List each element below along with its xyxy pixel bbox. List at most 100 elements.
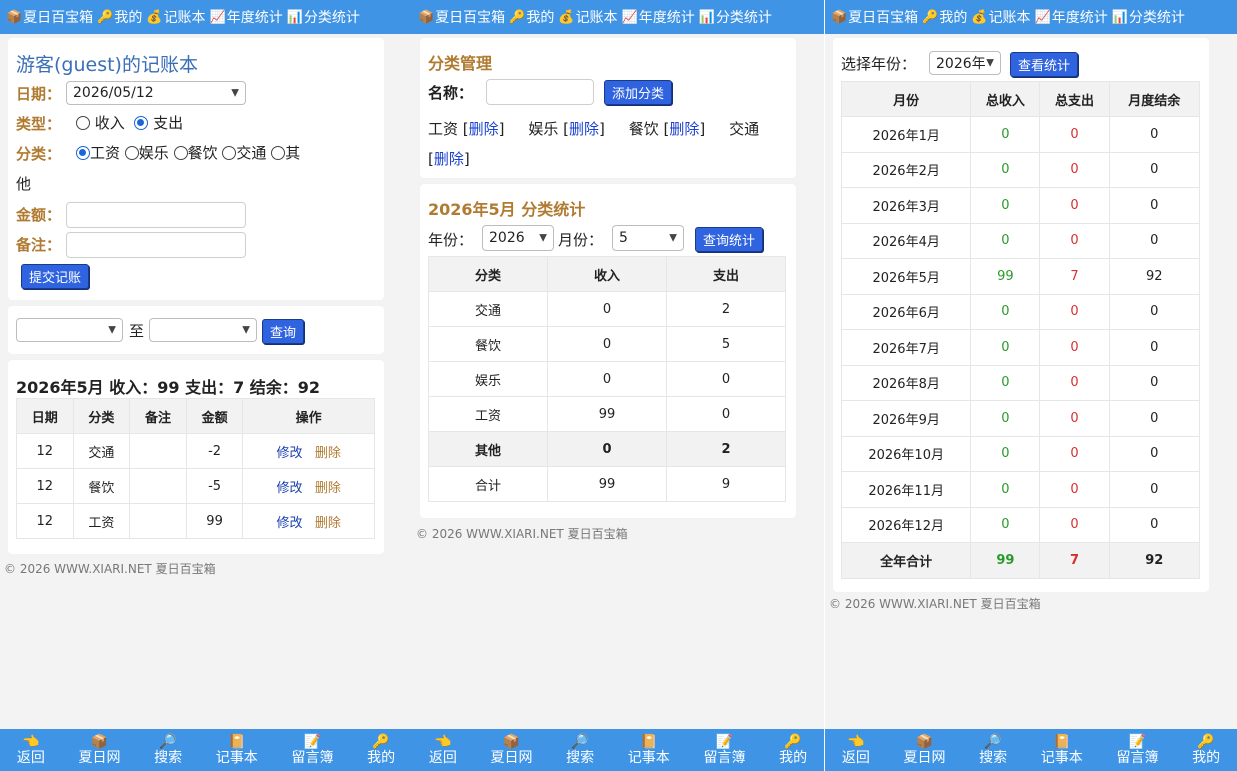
bottom-back[interactable]: 👈 返回 bbox=[429, 734, 457, 766]
cell-balance: 0 bbox=[1108, 222, 1201, 259]
bottom-notebook[interactable]: 📔 记事本 bbox=[1041, 734, 1083, 766]
radio-expense[interactable] bbox=[134, 116, 149, 130]
annual-year-select[interactable]: 2026年 ▼ bbox=[929, 51, 1001, 75]
radio-cat-salary[interactable] bbox=[76, 146, 90, 160]
cell-month: 2026年1月 bbox=[840, 116, 972, 153]
radio-cat-food[interactable] bbox=[173, 146, 188, 160]
edit-link[interactable]: 修改 bbox=[276, 516, 302, 531]
nav-annual[interactable]: 📈 年度统计 bbox=[1035, 7, 1108, 27]
bottom-search[interactable]: 🔎 搜索 bbox=[979, 734, 1007, 766]
bottom-search[interactable]: 🔎 搜索 bbox=[154, 734, 182, 766]
delete-link[interactable]: 删除 bbox=[315, 516, 341, 531]
bottom-label: 我的 bbox=[367, 750, 396, 766]
bottom-site[interactable]: 📦 夏日网 bbox=[490, 734, 532, 766]
col-header: 操作 bbox=[242, 398, 375, 434]
radio-income[interactable] bbox=[76, 116, 90, 130]
delete-category-link[interactable]: 删除 bbox=[569, 120, 599, 138]
cell-balance: 0 bbox=[1108, 293, 1201, 330]
category-manage-title: 分类管理 bbox=[428, 54, 493, 73]
table-row: 2026年12月 0 0 0 bbox=[840, 506, 1201, 543]
range-end-select[interactable]: ▼ bbox=[149, 318, 257, 342]
cell-expense: 0 bbox=[1039, 506, 1110, 543]
stats-title: 2026年5月 分类统计 bbox=[428, 200, 586, 219]
query-button[interactable]: 查询 bbox=[262, 319, 305, 344]
nav-ledger[interactable]: 💰 记账本 bbox=[146, 7, 205, 27]
cat-label: 娱乐 bbox=[138, 144, 169, 162]
bottom-site[interactable]: 📦 夏日网 bbox=[903, 734, 945, 766]
cell-month: 2026年6月 bbox=[840, 293, 972, 330]
bottom-guestbook[interactable]: 📝 留言簿 bbox=[703, 734, 745, 766]
cell-expense: 0 bbox=[1039, 187, 1110, 224]
annual-panel: 📦 夏日百宝箱 🔑 我的 💰 记账本 📈 年度统计 📊 分类统计 选择年份： 2026年 ▼… bbox=[825, 0, 1237, 771]
month-value: 5 bbox=[619, 230, 628, 246]
nav-home[interactable]: 📦 夏日百宝箱 bbox=[418, 7, 505, 27]
cell-income: 0 bbox=[547, 291, 667, 327]
bottom-mine[interactable]: 🔑 我的 bbox=[1192, 734, 1220, 766]
add-category-button[interactable]: 添加分类 bbox=[604, 80, 673, 105]
delete-category-link[interactable]: 删除 bbox=[669, 120, 699, 138]
month-select[interactable]: 5 ▼ bbox=[612, 225, 684, 251]
bottom-notebook[interactable]: 📔 记事本 bbox=[628, 734, 670, 766]
cell-amount: -5 bbox=[185, 468, 244, 504]
date-select[interactable]: 2026/05/12 ▼ bbox=[66, 81, 246, 105]
cell-month: 2026年4月 bbox=[840, 222, 972, 259]
top-nav: 📦 夏日百宝箱 🔑 我的 💰 记账本 📈 年度统计 📊 分类统计 bbox=[825, 0, 1237, 34]
delete-category-link[interactable]: 删除 bbox=[469, 120, 499, 138]
bottom-guestbook[interactable]: 📝 留言簿 bbox=[1116, 734, 1158, 766]
bottom-notebook[interactable]: 📔 记事本 bbox=[216, 734, 258, 766]
cell-income: 0 bbox=[970, 293, 1041, 330]
bottom-mine[interactable]: 🔑 我的 bbox=[367, 734, 395, 766]
radio-cat-ent[interactable] bbox=[124, 146, 139, 160]
bottom-back[interactable]: 👈 返回 bbox=[842, 734, 870, 766]
delete-link[interactable]: 删除 bbox=[315, 446, 341, 461]
nav-category[interactable]: 📊 分类统计 bbox=[1112, 7, 1185, 27]
cell-month: 2026年7月 bbox=[840, 329, 972, 366]
radio-cat-other[interactable] bbox=[271, 146, 286, 160]
nav-mine[interactable]: 🔑 我的 bbox=[922, 7, 967, 27]
edit-link[interactable]: 修改 bbox=[276, 446, 302, 461]
bottom-mine[interactable]: 🔑 我的 bbox=[779, 734, 807, 766]
footer-text: © 2026 WWW.XIARI.NET 夏日百宝箱 bbox=[4, 562, 216, 576]
bottom-search[interactable]: 🔎 搜索 bbox=[566, 734, 594, 766]
bottom-site[interactable]: 📦 夏日网 bbox=[78, 734, 120, 766]
bottom-guestbook[interactable]: 📝 留言簿 bbox=[291, 734, 333, 766]
amount-input[interactable] bbox=[66, 202, 246, 228]
view-stats-button[interactable]: 查看统计 bbox=[1010, 52, 1079, 77]
cell-month: 2026年10月 bbox=[840, 435, 972, 472]
nav-home[interactable]: 📦 夏日百宝箱 bbox=[831, 7, 918, 27]
nav-annual[interactable]: 📈 年度统计 bbox=[210, 7, 283, 27]
bottom-label: 留言簿 bbox=[1116, 750, 1159, 766]
nav-home[interactable]: 📦 夏日百宝箱 bbox=[6, 7, 93, 27]
amount-label: 金额： bbox=[16, 206, 62, 224]
bottom-label: 返回 bbox=[16, 750, 45, 766]
ledger-panel: 📦 夏日百宝箱 🔑 我的 💰 记账本 📈 年度统计 📊 分类统计 游客(guest)的记账… bbox=[0, 0, 412, 771]
nav-mine[interactable]: 🔑 我的 bbox=[97, 7, 142, 27]
cell-income: 0 bbox=[970, 329, 1041, 366]
bottom-back[interactable]: 👈 返回 bbox=[17, 734, 45, 766]
delete-link[interactable]: 删除 bbox=[315, 481, 341, 496]
nav-category[interactable]: 📊 分类统计 bbox=[699, 7, 772, 27]
bottom-label: 搜索 bbox=[154, 750, 183, 766]
nav-label: 年度统计 bbox=[226, 10, 283, 26]
nav-ledger[interactable]: 💰 记账本 bbox=[971, 7, 1030, 27]
edit-link[interactable]: 修改 bbox=[276, 481, 302, 496]
cell-month: 全年合计 bbox=[840, 542, 972, 579]
radio-cat-transport[interactable] bbox=[222, 146, 237, 160]
nav-ledger[interactable]: 💰 记账本 bbox=[558, 7, 617, 27]
cell-income: 0 bbox=[547, 431, 667, 467]
year-select[interactable]: 2026 ▼ bbox=[482, 225, 554, 251]
money-bag-icon: 💰 bbox=[971, 9, 988, 25]
query-stats-button[interactable]: 查询统计 bbox=[695, 227, 764, 252]
submit-button[interactable]: 提交记账 bbox=[21, 264, 90, 289]
note-input[interactable] bbox=[66, 232, 246, 258]
delete-category-link[interactable]: 删除 bbox=[434, 150, 464, 168]
nav-annual[interactable]: 📈 年度统计 bbox=[622, 7, 695, 27]
type-label: 类型： bbox=[16, 115, 62, 133]
cat-label: 其 bbox=[285, 144, 301, 162]
category-name-input[interactable] bbox=[486, 79, 594, 105]
cell-income: 0 bbox=[970, 364, 1041, 401]
nav-category[interactable]: 📊 分类统计 bbox=[287, 7, 360, 27]
chevron-down-icon: ▼ bbox=[231, 87, 239, 99]
range-start-select[interactable]: ▼ bbox=[16, 318, 123, 342]
nav-mine[interactable]: 🔑 我的 bbox=[509, 7, 554, 27]
